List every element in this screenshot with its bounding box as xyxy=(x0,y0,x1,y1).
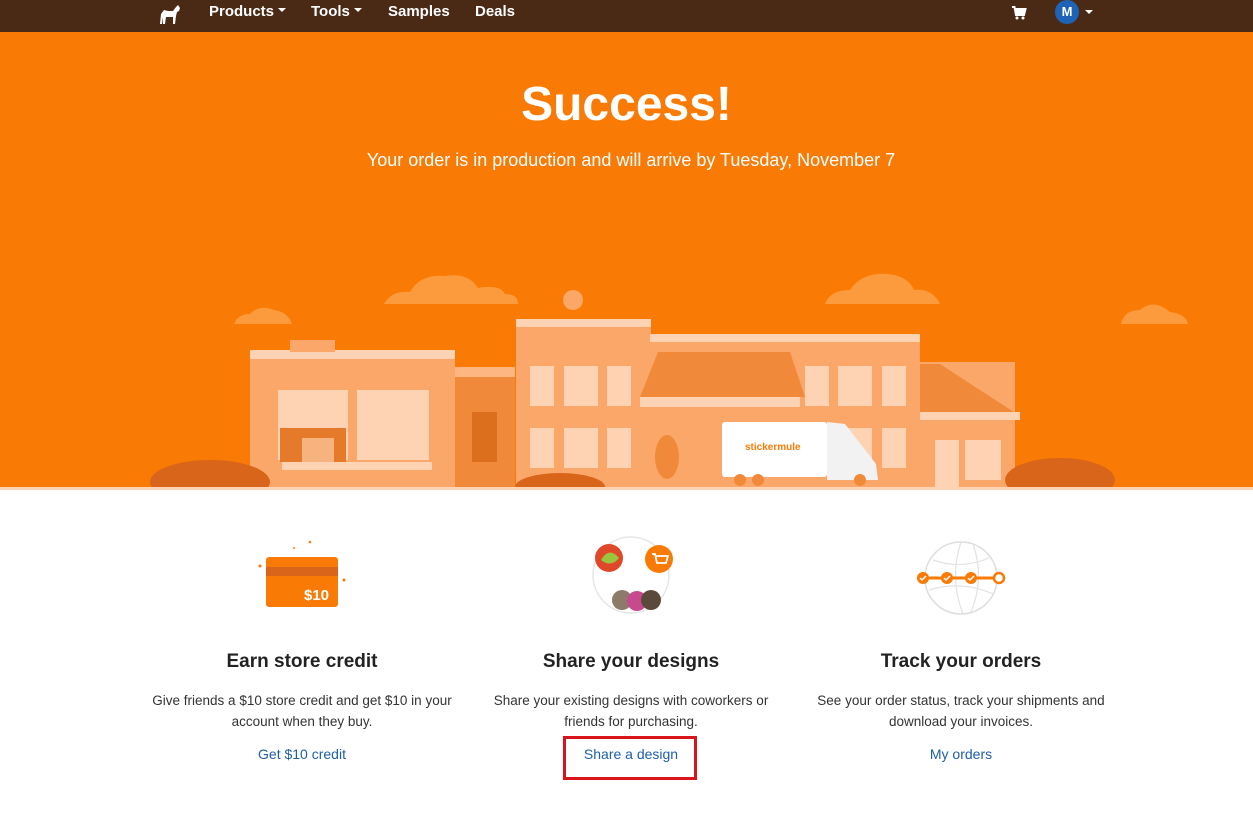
nav-tools-label: Tools xyxy=(311,3,350,20)
nav-deals[interactable]: Deals xyxy=(475,0,515,32)
nav-deals-label: Deals xyxy=(475,3,516,20)
hero-banner: stickermule Success! Your order is in pr… xyxy=(0,32,1253,490)
nav-samples[interactable]: Samples xyxy=(388,0,450,32)
nav-samples-label: Samples xyxy=(388,3,450,20)
chevron-down-icon xyxy=(353,8,362,13)
svg-text:stickermule: stickermule xyxy=(745,442,801,453)
avatar[interactable]: M xyxy=(1055,0,1079,24)
nav-products[interactable]: Products xyxy=(209,0,287,32)
nav-products-label: Products xyxy=(209,3,275,20)
top-nav: Products Tools Samples Deals M xyxy=(0,0,1253,32)
my-orders-link[interactable]: My orders xyxy=(796,746,1126,762)
feature-description: Share your existing designs with coworke… xyxy=(493,693,769,729)
feature-title: Share your designs xyxy=(542,651,720,672)
chevron-down-icon xyxy=(278,8,287,13)
page-title: Success! xyxy=(521,78,732,131)
feature-title: Track your orders xyxy=(880,651,1042,672)
feature-title: Earn store credit xyxy=(226,651,378,672)
chevron-down-icon[interactable] xyxy=(1085,10,1093,14)
svg-text:$10: $10 xyxy=(304,587,329,604)
cart-icon[interactable] xyxy=(1011,5,1027,21)
horse-logo-icon[interactable] xyxy=(158,4,182,26)
highlight-box xyxy=(563,736,697,780)
credit-card-icon: $10 xyxy=(258,540,346,607)
tracking-globe-icon xyxy=(917,541,1006,615)
share-designs-icon xyxy=(592,536,673,614)
feature-description: Give friends a $10 store credit and get … xyxy=(152,693,452,729)
feature-description: See your order status, track your shipme… xyxy=(817,693,1105,729)
delivery-message: Your order is in production and will arr… xyxy=(366,150,896,170)
nav-tools[interactable]: Tools xyxy=(311,0,362,32)
get-credit-link[interactable]: Get $10 credit xyxy=(137,746,467,762)
